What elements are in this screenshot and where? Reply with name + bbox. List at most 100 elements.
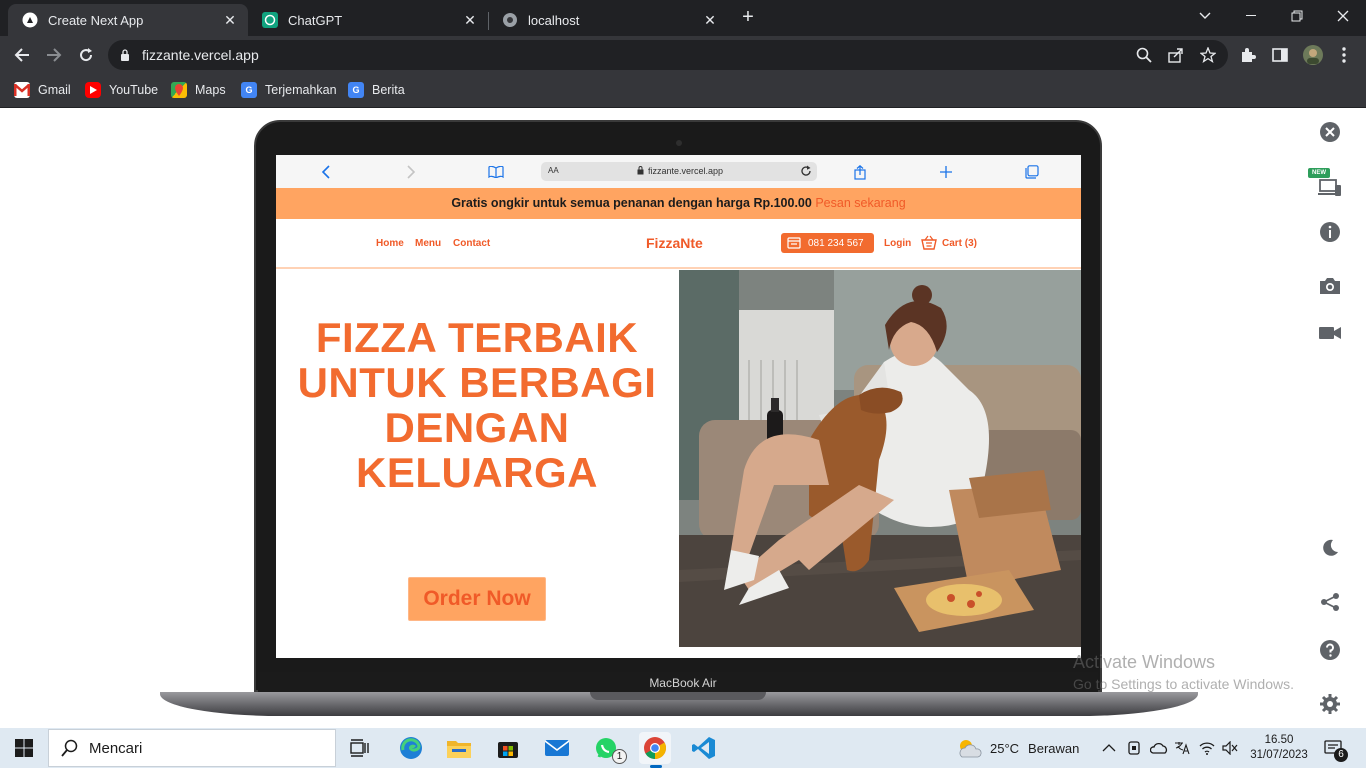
back-arrow-icon[interactable] — [8, 41, 36, 69]
bookmark-gmail[interactable]: Gmail — [14, 82, 71, 98]
tab-close-icon[interactable]: ✕ — [702, 12, 718, 28]
clock-time: 16.50 — [1264, 734, 1294, 746]
mail-icon[interactable] — [541, 732, 573, 764]
taskbar-search-box[interactable]: Mencari — [48, 729, 336, 767]
cart-link[interactable]: Cart (3) — [942, 238, 977, 249]
whatsapp-unread-badge: 1 — [612, 749, 627, 764]
safari-reload-icon[interactable] — [800, 165, 812, 179]
edge-browser-icon[interactable] — [395, 732, 427, 764]
tab-title: Create Next App — [48, 12, 144, 28]
tab-chatgpt[interactable]: ChatGPT ✕ — [248, 4, 488, 36]
bookmark-label: Terjemahkan — [265, 83, 337, 97]
tab-close-icon[interactable]: ✕ — [222, 12, 238, 28]
login-link[interactable]: Login — [884, 238, 911, 249]
dark-mode-moon-icon[interactable] — [1318, 536, 1342, 560]
side-panel-icon[interactable] — [1266, 41, 1294, 69]
tab-close-icon[interactable]: ✕ — [462, 12, 478, 28]
chrome-icon[interactable] — [639, 732, 671, 764]
weather-widget[interactable]: 25°C Berawan — [956, 728, 1079, 768]
share-icon[interactable] — [1168, 47, 1184, 68]
vpn-shield-icon[interactable] — [1127, 728, 1141, 768]
profile-avatar[interactable] — [1299, 41, 1327, 69]
safari-tabs-icon[interactable] — [1024, 164, 1040, 180]
onedrive-cloud-icon[interactable] — [1150, 728, 1168, 768]
vscode-icon[interactable] — [688, 732, 720, 764]
tab-create-next-app[interactable]: Create Next App ✕ — [8, 4, 248, 36]
nav-menu-link[interactable]: Menu — [415, 238, 441, 249]
info-icon[interactable] — [1318, 220, 1342, 244]
phone-number: 081 234 567 — [808, 237, 864, 249]
hero-photo-woman-dog-pizza — [679, 270, 1081, 647]
bookmark-news[interactable]: G Berita — [348, 82, 405, 98]
youtube-icon — [85, 82, 101, 98]
wifi-icon[interactable] — [1199, 728, 1215, 768]
bookmarks-bar: Gmail YouTube Maps G Terjemahkan G Berit… — [0, 74, 1366, 108]
share-nodes-icon[interactable] — [1318, 590, 1342, 614]
safari-forward-icon[interactable] — [403, 164, 419, 180]
watermark-subtext: Go to Settings to activate Windows. — [1073, 676, 1294, 692]
windows-start-icon[interactable] — [8, 732, 40, 764]
weather-cloudy-sun-icon — [956, 737, 982, 759]
windows-taskbar: Mencari 1 25°C Berawan 16.50 31/07/2023 … — [0, 728, 1366, 768]
cart-basket-icon[interactable] — [921, 235, 937, 256]
system-clock[interactable]: 16.50 31/07/2023 — [1249, 728, 1309, 768]
devices-icon[interactable] — [1318, 176, 1342, 200]
phone-button[interactable]: 081 234 567 — [781, 233, 874, 253]
video-record-icon[interactable] — [1318, 321, 1342, 345]
more-menu-icon[interactable] — [1330, 41, 1358, 69]
bookmark-translate[interactable]: G Terjemahkan — [241, 82, 337, 98]
site-navbar: Home Menu Contact FizzaNte 081 234 567 L… — [276, 219, 1081, 269]
tab-title: ChatGPT — [288, 12, 343, 28]
safari-back-icon[interactable] — [318, 164, 334, 180]
nav-contact-link[interactable]: Contact — [453, 238, 490, 249]
promo-order-link[interactable]: Pesan sekarang — [815, 196, 905, 210]
safari-share-icon[interactable] — [852, 164, 868, 180]
language-input-icon[interactable] — [1174, 728, 1190, 768]
promo-text: Gratis ongkir untuk semua penanan dengan… — [451, 196, 812, 210]
microsoft-store-icon[interactable] — [492, 732, 524, 764]
task-view-icon[interactable] — [344, 732, 376, 764]
file-explorer-icon[interactable] — [443, 732, 475, 764]
close-window-icon[interactable] — [1320, 0, 1366, 32]
browser-toolbar: fizzante.vercel.app — [0, 36, 1366, 74]
extensions-puzzle-icon[interactable] — [1234, 41, 1262, 69]
notification-count-badge: 6 — [1334, 748, 1348, 762]
new-tab-plus-icon[interactable]: + — [734, 3, 762, 31]
bookmark-youtube[interactable]: YouTube — [85, 82, 158, 98]
safari-text-size[interactable]: AA — [548, 166, 559, 175]
tab-title: localhost — [528, 12, 580, 28]
search-icon — [61, 739, 79, 757]
safari-url: fizzante.vercel.app — [648, 166, 724, 176]
close-circle-icon[interactable] — [1318, 120, 1342, 144]
safari-new-tab-plus-icon[interactable] — [938, 164, 954, 180]
safari-lock-icon — [637, 166, 644, 177]
mockup-screen: AA fizzante.vercel.app Gratis ongkir unt… — [276, 155, 1081, 658]
tab-localhost[interactable]: localhost ✕ — [488, 4, 728, 36]
activate-windows-watermark: Activate Windows Go to Settings to activ… — [1073, 652, 1294, 692]
camera-screenshot-icon[interactable] — [1318, 274, 1342, 298]
order-now-button[interactable]: Order Now — [408, 577, 546, 621]
show-hidden-icons-chevron[interactable] — [1102, 728, 1116, 768]
translate-icon: G — [241, 82, 257, 98]
restore-window-icon[interactable] — [1274, 0, 1320, 32]
settings-gear-icon[interactable] — [1318, 692, 1342, 716]
bookmark-label: Gmail — [38, 83, 71, 97]
forward-arrow-icon[interactable] — [40, 41, 68, 69]
help-question-icon[interactable] — [1318, 638, 1342, 662]
safari-address-bar[interactable]: AA fizzante.vercel.app — [541, 162, 817, 181]
tab-search-chevron-icon[interactable] — [1182, 0, 1228, 32]
chatgpt-favicon-icon — [262, 12, 278, 28]
minimize-window-icon[interactable] — [1228, 0, 1274, 32]
bookmark-maps[interactable]: Maps — [171, 82, 226, 98]
reload-icon[interactable] — [72, 41, 100, 69]
globe-favicon-icon — [502, 12, 518, 28]
volume-muted-icon[interactable] — [1222, 728, 1238, 768]
bookmark-star-icon[interactable] — [1199, 46, 1217, 68]
nav-home-link[interactable]: Home — [376, 238, 404, 249]
search-placeholder: Mencari — [89, 739, 143, 757]
weather-temperature: 25°C — [990, 740, 1020, 756]
address-bar[interactable]: fizzante.vercel.app — [108, 40, 1228, 70]
safari-bookmarks-book-icon[interactable] — [488, 164, 504, 180]
zoom-icon[interactable] — [1136, 47, 1152, 68]
site-brand-logo[interactable]: FizzaNte — [646, 235, 703, 251]
